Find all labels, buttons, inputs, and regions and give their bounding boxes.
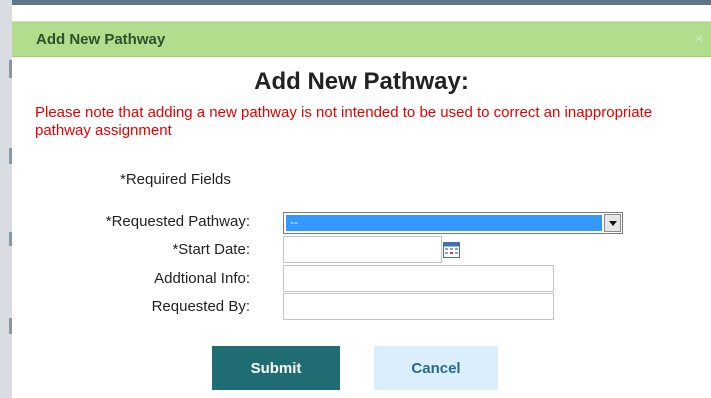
- requested-pathway-label: *Requested Pathway:: [105, 213, 250, 230]
- dialog-title-bar[interactable]: Add New Pathway ×: [12, 21, 711, 57]
- required-fields-note: *Required Fields: [120, 171, 231, 188]
- calendar-icon[interactable]: [443, 242, 460, 258]
- dialog-title: Add New Pathway: [36, 31, 166, 48]
- warning-notice: Please note that adding a new pathway is…: [35, 104, 653, 139]
- start-date-label: *Start Date:: [172, 241, 250, 258]
- requested-pathway-select[interactable]: --: [283, 212, 623, 234]
- requested-pathway-selected-value: --: [286, 215, 602, 231]
- submit-button[interactable]: Submit: [212, 346, 340, 390]
- requested-by-label: Requested By:: [151, 298, 250, 315]
- chevron-down-icon[interactable]: [604, 214, 621, 232]
- additional-info-label: Addtional Info:: [154, 270, 250, 287]
- dialog-heading: Add New Pathway:: [254, 68, 469, 95]
- start-date-input[interactable]: [283, 236, 442, 263]
- cancel-button[interactable]: Cancel: [374, 346, 498, 390]
- add-pathway-dialog: Add New Pathway × Add New Pathway: Pleas…: [12, 5, 711, 398]
- close-icon[interactable]: ×: [695, 30, 703, 46]
- requested-by-input[interactable]: [283, 293, 554, 320]
- page: Add New Pathway × Add New Pathway: Pleas…: [0, 0, 711, 398]
- background-window-left: [0, 0, 12, 398]
- additional-info-input[interactable]: [283, 265, 554, 292]
